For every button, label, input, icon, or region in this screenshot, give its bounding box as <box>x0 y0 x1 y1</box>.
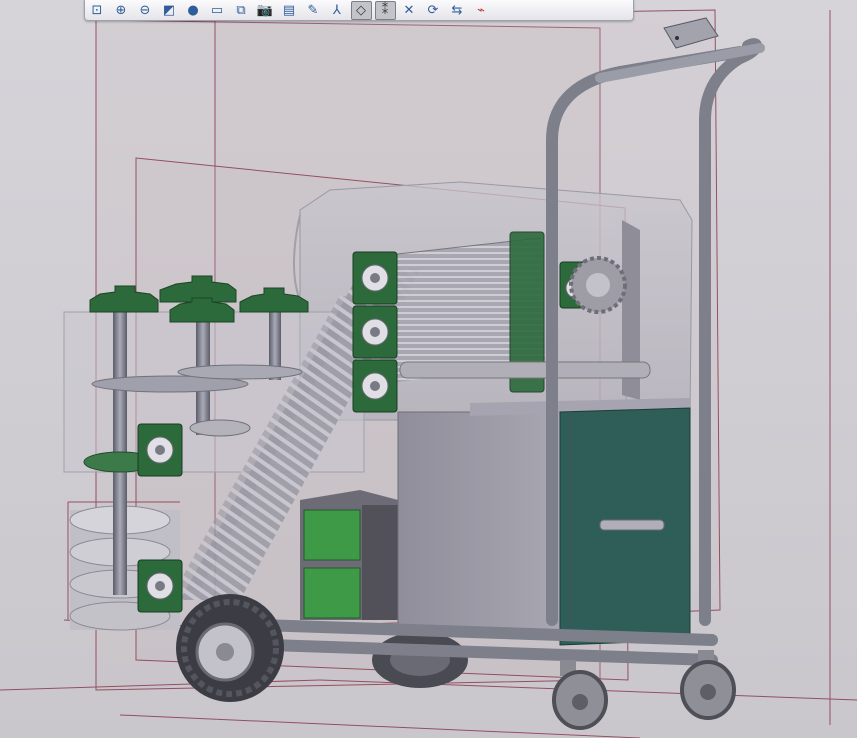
display-style-icon[interactable]: ⌁ <box>471 1 492 20</box>
drive-gear <box>569 256 627 314</box>
sketch-icon[interactable]: ✎ <box>303 1 324 20</box>
zoom-in-icon[interactable]: ⊕ <box>111 1 132 20</box>
annotation-icon[interactable]: ⇆ <box>447 1 468 20</box>
datum-planes-icon[interactable]: ◇ <box>350 0 372 20</box>
cabinet <box>397 398 691 646</box>
front-wheel <box>176 594 284 702</box>
screenshot-icon[interactable]: 📷 <box>255 1 276 20</box>
3d-model-viewport[interactable]: ⊡ ⊕ ⊖ ◩ ● ▭ ⧉ 📷 ▤ ✎ ⅄ ◇ ⁑ ✕ ⟳ ⇆ ⌁ <box>0 0 857 738</box>
zoom-out-icon[interactable]: ⊖ <box>135 1 156 20</box>
shading-icon[interactable]: ● <box>183 1 204 20</box>
bin-unit <box>300 490 398 620</box>
view-orient-icon[interactable]: ▭ <box>207 1 228 20</box>
layer-icon[interactable]: ▤ <box>279 1 300 20</box>
csys-icon[interactable]: ✕ <box>399 1 420 20</box>
cart-assembly-model[interactable] <box>0 0 857 738</box>
view-toolbar: ⊡ ⊕ ⊖ ◩ ● ▭ ⧉ 📷 ▤ ✎ ⅄ ◇ ⁑ ✕ ⟳ ⇆ ⌁ <box>84 0 634 21</box>
rear-wheel <box>372 632 468 688</box>
saved-views-icon[interactable]: ⧉ <box>231 1 252 20</box>
datum-points-icon[interactable]: ⁑ <box>374 0 396 20</box>
zoom-fit-icon[interactable]: ⊡ <box>87 1 108 20</box>
cross-shaft <box>399 361 651 379</box>
spin-center-icon[interactable]: ⟳ <box>423 1 444 20</box>
repaint-icon[interactable]: ◩ <box>159 1 180 20</box>
datum-axes-icon[interactable]: ⅄ <box>327 1 348 20</box>
